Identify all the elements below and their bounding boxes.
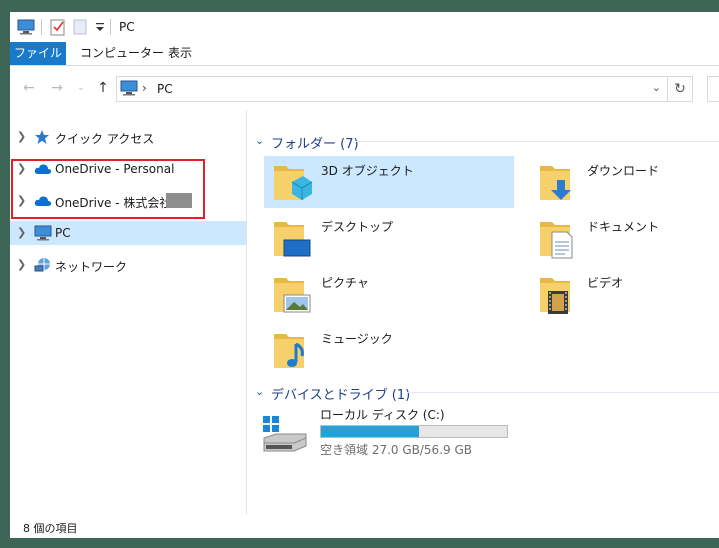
folders-group-header[interactable]: ⌄ フォルダー (7)	[255, 132, 715, 152]
network-icon	[34, 257, 52, 276]
nav-item-label: PC	[55, 226, 71, 240]
chevron-right-icon[interactable]: ❯	[17, 130, 26, 143]
devices-group-header[interactable]: ⌄ デバイスとドライブ (1)	[255, 383, 715, 403]
drive-usage-fill	[321, 426, 419, 437]
folder-label: デスクトップ	[321, 220, 394, 234]
breadcrumb-separator[interactable]: ›	[142, 81, 147, 95]
pictures-folder-icon	[272, 272, 312, 319]
drive-free-space: 空き領域 27.0 GB/56.9 GB	[320, 443, 472, 457]
search-input[interactable]	[707, 76, 719, 102]
chevron-down-icon[interactable]: ⌄	[255, 134, 264, 147]
folder-tile-downloads[interactable]: ダウンロード	[530, 156, 719, 208]
group-divider	[356, 141, 719, 142]
tab-view[interactable]: 表示	[168, 42, 192, 65]
hard-drive-icon	[262, 416, 308, 455]
nav-item-label: ネットワーク	[55, 260, 128, 274]
pc-icon	[120, 80, 138, 99]
chevron-right-icon[interactable]: ❯	[17, 258, 26, 271]
downloads-folder-icon	[538, 160, 578, 207]
address-bar[interactable]: › PC ⌄	[116, 76, 668, 102]
folder-label: ビデオ	[587, 276, 624, 290]
nav-item-pc[interactable]: ❯ PC	[10, 221, 246, 245]
explorer-window: PC ファイル コンピューター 表示 ← → ⌄ ↑ › PC ⌄ ↻ ❯ クイ…	[10, 12, 719, 538]
up-arrow-icon[interactable]: ↑	[94, 79, 112, 97]
pc-icon[interactable]	[17, 19, 35, 38]
folder-tile-documents[interactable]: ドキュメント	[530, 212, 719, 264]
highlight-box	[11, 159, 205, 219]
new-folder-icon[interactable]	[73, 19, 87, 38]
refresh-icon[interactable]: ↻	[667, 76, 693, 102]
3d-objects-folder-icon	[272, 160, 313, 207]
videos-folder-icon	[538, 272, 578, 319]
properties-icon[interactable]	[50, 18, 66, 39]
chevron-down-icon[interactable]: ⌄	[255, 385, 264, 398]
folder-label: ミュージック	[321, 332, 393, 346]
nav-item-quick-access[interactable]: ❯ クイック アクセス	[10, 125, 246, 149]
chevron-right-icon[interactable]: ❯	[17, 226, 26, 239]
tab-file[interactable]: ファイル	[10, 42, 66, 65]
nav-item-network[interactable]: ❯ ネットワーク	[10, 253, 246, 277]
group-divider	[407, 392, 719, 393]
nav-item-label: クイック アクセス	[55, 132, 155, 146]
pc-icon	[34, 225, 52, 244]
separator	[41, 19, 42, 35]
status-bar: 8 個の項目	[10, 515, 719, 538]
devices-group-title: デバイスとドライブ (1)	[271, 388, 411, 403]
star-icon	[34, 129, 50, 148]
drive-label: ローカル ディスク (C:)	[320, 408, 445, 422]
documents-folder-icon	[538, 216, 578, 263]
navigation-bar: ← → ⌄ ↑ › PC ⌄ ↻	[10, 66, 719, 110]
forward-arrow-icon[interactable]: →	[48, 79, 66, 97]
folder-label: ダウンロード	[587, 164, 660, 178]
music-folder-icon	[272, 328, 312, 375]
folders-group-title: フォルダー (7)	[271, 137, 359, 152]
back-arrow-icon[interactable]: ←	[20, 79, 38, 97]
address-dropdown-chevron-icon[interactable]: ⌄	[652, 81, 661, 94]
folder-tile-pictures[interactable]: ピクチャ	[264, 268, 514, 320]
drive-tile-c[interactable]: ローカル ディスク (C:) 空き領域 27.0 GB/56.9 GB	[262, 406, 522, 466]
folder-tile-videos[interactable]: ビデオ	[530, 268, 719, 320]
folder-tile-3d-objects[interactable]: 3D オブジェクト	[264, 156, 514, 208]
window-title: PC	[119, 20, 135, 34]
breadcrumb-pc[interactable]: PC	[157, 82, 173, 96]
folder-tile-music[interactable]: ミュージック	[264, 324, 514, 376]
folder-tile-desktop[interactable]: デスクトップ	[264, 212, 514, 264]
drive-usage-bar	[320, 425, 508, 438]
folder-label: ピクチャ	[321, 276, 369, 290]
title-bar: PC	[10, 12, 719, 42]
recent-locations-chevron-icon[interactable]: ⌄	[72, 79, 90, 97]
tab-computer[interactable]: コンピューター	[80, 42, 164, 65]
ribbon-tabs: ファイル コンピューター 表示	[10, 42, 719, 66]
content-pane: ⌄ フォルダー (7) 3D オブジェクト ダウンロード デスクトップ ドキュメ…	[247, 110, 719, 515]
folder-label: ドキュメント	[587, 220, 660, 234]
desktop-folder-icon	[272, 216, 312, 263]
separator	[110, 19, 111, 35]
quick-access-toolbar-dropdown[interactable]	[95, 21, 105, 36]
folder-label: 3D オブジェクト	[321, 164, 414, 178]
item-count: 8 個の項目	[23, 522, 78, 535]
